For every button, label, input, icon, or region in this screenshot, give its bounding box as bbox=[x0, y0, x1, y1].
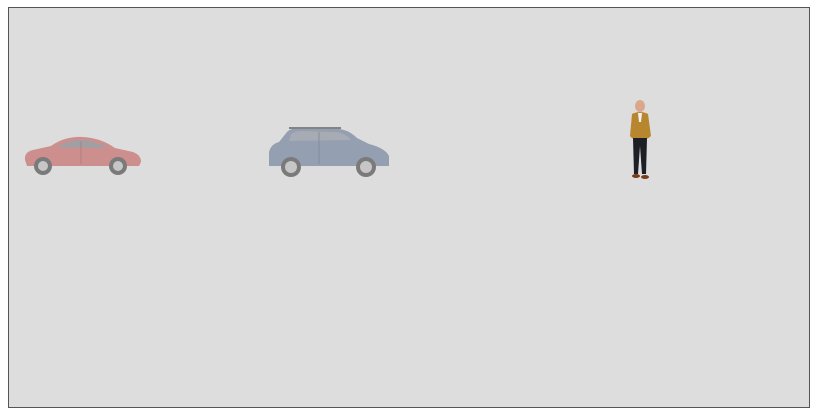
red-car-hub-front bbox=[113, 161, 123, 171]
blue-suv-sprite[interactable] bbox=[265, 126, 393, 180]
red-car-hub-rear bbox=[38, 161, 48, 171]
standing-man-sprite[interactable] bbox=[627, 100, 655, 184]
man-head bbox=[635, 100, 645, 112]
man-trousers bbox=[633, 138, 647, 174]
man-shoe-right bbox=[641, 175, 649, 179]
game-viewport[interactable] bbox=[8, 7, 810, 408]
blue-suv-hub-rear bbox=[285, 161, 297, 173]
blue-suv-hub-front bbox=[360, 161, 372, 173]
red-car-sprite[interactable] bbox=[21, 132, 143, 176]
man-shoe-left bbox=[632, 174, 640, 178]
